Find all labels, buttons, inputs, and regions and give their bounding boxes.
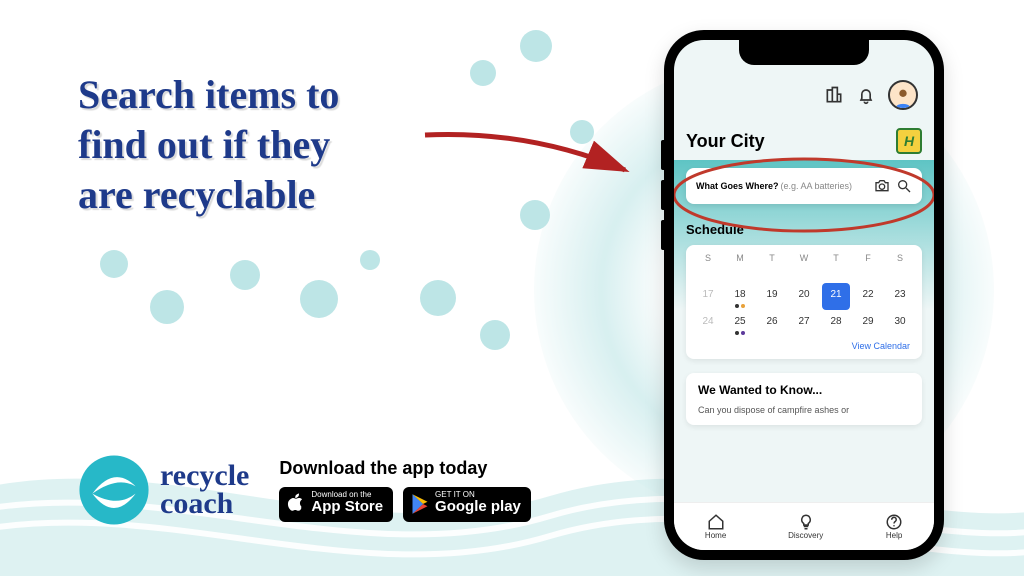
calendar-head: SMTWTFS [692, 253, 916, 267]
calendar-cell[interactable]: 29 [852, 310, 884, 337]
phone-notch [739, 40, 869, 65]
calendar-cell [884, 267, 916, 283]
help-icon [885, 513, 903, 531]
avatar[interactable] [888, 80, 918, 110]
calendar-cell[interactable]: 18 [724, 283, 756, 310]
headline-text: Search items tofind out if theyare recyc… [78, 70, 339, 220]
apple-icon [287, 493, 305, 515]
googleplay-big: Google play [435, 499, 521, 516]
logo-line2: coach [160, 490, 249, 519]
search-box[interactable]: What Goes Where? (e.g. AA batteries) [686, 168, 922, 204]
googleplay-icon [411, 494, 429, 514]
download-block: Download the app today Download on the A… [279, 458, 531, 522]
calendar-cell[interactable]: 27 [788, 310, 820, 337]
city-label: Your City [686, 131, 765, 152]
bulb-icon [797, 513, 815, 531]
calendar-cell[interactable]: 21 [822, 283, 850, 310]
calendar-cell [852, 267, 884, 283]
calendar-cell[interactable]: 20 [788, 283, 820, 310]
phone-side-button [661, 220, 664, 250]
calendar-cell[interactable]: 22 [852, 283, 884, 310]
nav-discovery-label: Discovery [788, 531, 823, 540]
phone-side-button [661, 180, 664, 210]
bottom-nav: Home Discovery Help [674, 502, 934, 550]
footer-block: recycle coach Download the app today Dow… [78, 454, 531, 526]
calendar-cell [724, 267, 756, 283]
city-badge-icon: H [896, 128, 922, 154]
bg-dot [360, 250, 380, 270]
calendar-day-label: S [692, 253, 724, 267]
calendar-day-label: T [756, 253, 788, 267]
city-row: Your City H [686, 128, 922, 154]
phone-screen: Your City H What Goes Where? (e.g. AA ba… [674, 40, 934, 550]
calendar-day-label: M [724, 253, 756, 267]
phone-frame: Your City H What Goes Where? (e.g. AA ba… [664, 30, 944, 560]
calendar-row [692, 267, 916, 283]
search-label: What Goes Where? [696, 181, 779, 191]
bg-dot [150, 290, 184, 324]
nav-home-label: Home [705, 531, 726, 540]
app-top-bar [686, 80, 922, 110]
calendar-day-label: W [788, 253, 820, 267]
bg-dot [520, 200, 550, 230]
calendar-day-label: S [884, 253, 916, 267]
nav-help[interactable]: Help [885, 513, 903, 540]
arrow-icon [420, 120, 640, 190]
schedule-label: Schedule [686, 222, 922, 237]
calendar-cell[interactable]: 23 [884, 283, 916, 310]
bg-dot [100, 250, 128, 278]
download-text: Download the app today [279, 458, 531, 479]
calendar-day-label: T [820, 253, 852, 267]
home-icon [707, 513, 725, 531]
bg-dot [470, 60, 496, 86]
calendar-cell[interactable]: 25 [724, 310, 756, 337]
calendar-cell[interactable]: 17 [692, 283, 724, 310]
calendar-row: 17181920212223 [692, 283, 916, 310]
logo-wordmark: recycle coach [160, 462, 249, 519]
calendar-row: 24252627282930 [692, 310, 916, 337]
appstore-big: App Store [311, 499, 383, 516]
calendar-cell[interactable]: 19 [756, 283, 788, 310]
nav-home[interactable]: Home [705, 513, 726, 540]
headline-block: Search items tofind out if theyare recyc… [78, 70, 339, 220]
bg-dot [480, 320, 510, 350]
bg-dot [520, 30, 552, 62]
phone-side-button [661, 140, 664, 170]
calendar-cell [820, 267, 852, 283]
search-hint: (e.g. AA batteries) [781, 181, 868, 191]
calendar-cell [756, 267, 788, 283]
avatar-icon [892, 86, 914, 108]
view-calendar-link[interactable]: View Calendar [692, 337, 916, 353]
calendar-cell[interactable]: 24 [692, 310, 724, 337]
bell-icon[interactable] [856, 85, 876, 105]
buildings-icon[interactable] [824, 85, 844, 105]
bg-dot [300, 280, 338, 318]
googleplay-button[interactable]: GET IT ON Google play [403, 487, 531, 522]
info-body: Can you dispose of campfire ashes or [698, 405, 910, 415]
logo: recycle coach [78, 454, 249, 526]
calendar-cell [692, 267, 724, 283]
calendar-day-label: F [852, 253, 884, 267]
calendar-cell[interactable]: 30 [884, 310, 916, 337]
calendar-cell[interactable]: 28 [820, 310, 852, 337]
calendar-cell[interactable]: 26 [756, 310, 788, 337]
store-buttons: Download on the App Store GET IT ON Goog… [279, 487, 531, 522]
bg-dot [230, 260, 260, 290]
nav-help-label: Help [886, 531, 902, 540]
camera-icon[interactable] [874, 178, 890, 194]
nav-discovery[interactable]: Discovery [788, 513, 823, 540]
logo-line1: recycle [160, 462, 249, 491]
calendar-cell [788, 267, 820, 283]
logo-mark-icon [78, 454, 150, 526]
info-card[interactable]: We Wanted to Know... Can you dispose of … [686, 373, 922, 425]
calendar: SMTWTFS 1718192021222324252627282930 Vie… [686, 245, 922, 359]
bg-dot [420, 280, 456, 316]
info-title: We Wanted to Know... [698, 383, 910, 397]
appstore-button[interactable]: Download on the App Store [279, 487, 393, 522]
search-icon[interactable] [896, 178, 912, 194]
